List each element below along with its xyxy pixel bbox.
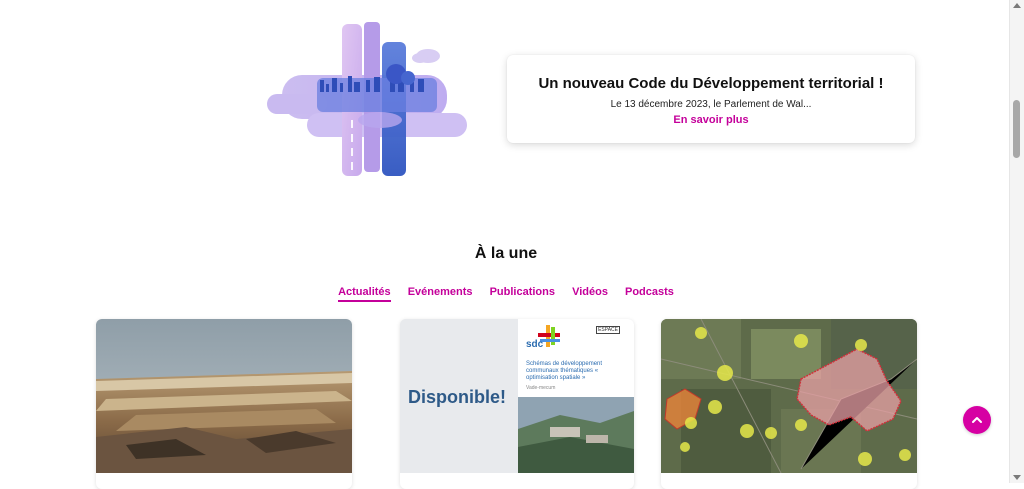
hero-illustration (262, 20, 472, 180)
aerial-map-image (661, 319, 917, 473)
feature-description: Le 13 décembre 2023, le Parlement de Wal… (610, 99, 812, 110)
scroll-down-arrow-icon[interactable] (1013, 475, 1021, 480)
feature-card: Un nouveau Code du Développement territo… (507, 55, 915, 143)
cover-tag: ESPACE (596, 326, 620, 334)
tab-podcasts[interactable]: Podcasts (625, 286, 674, 300)
cover-caption: Vade-mecum (526, 385, 556, 391)
back-to-top-button[interactable] (963, 406, 991, 434)
quarry-photo (96, 319, 352, 473)
news-tabs: Actualités Evénements Publications Vidéo… (0, 286, 1012, 302)
scroll-up-arrow-icon[interactable] (1013, 3, 1021, 8)
tab-actualites[interactable]: Actualités (338, 286, 391, 302)
banner-text: Disponible! (408, 387, 506, 407)
cover-subtitle: Schémas de développement communaux théma… (526, 361, 603, 381)
feature-read-more-link[interactable]: En savoir plus (673, 114, 748, 126)
tab-evenements[interactable]: Evénements (408, 286, 473, 300)
page-scrollbar[interactable] (1009, 0, 1024, 483)
feature-title: Un nouveau Code du Développement territo… (538, 75, 884, 92)
cover-logo: sdc (526, 339, 544, 350)
news-card-1[interactable] (96, 319, 352, 489)
section-title: À la une (474, 245, 538, 262)
chevron-up-icon (972, 417, 982, 423)
tab-publications[interactable]: Publications (490, 286, 555, 300)
news-card-3[interactable] (661, 319, 917, 489)
tab-videos[interactable]: Vidéos (572, 286, 608, 300)
publication-cover-image: ESPACE sdc Schémas de développement comm… (400, 319, 634, 473)
news-card-2[interactable]: ESPACE sdc Schémas de développement comm… (400, 319, 634, 489)
scrollbar-thumb[interactable] (1013, 100, 1020, 158)
